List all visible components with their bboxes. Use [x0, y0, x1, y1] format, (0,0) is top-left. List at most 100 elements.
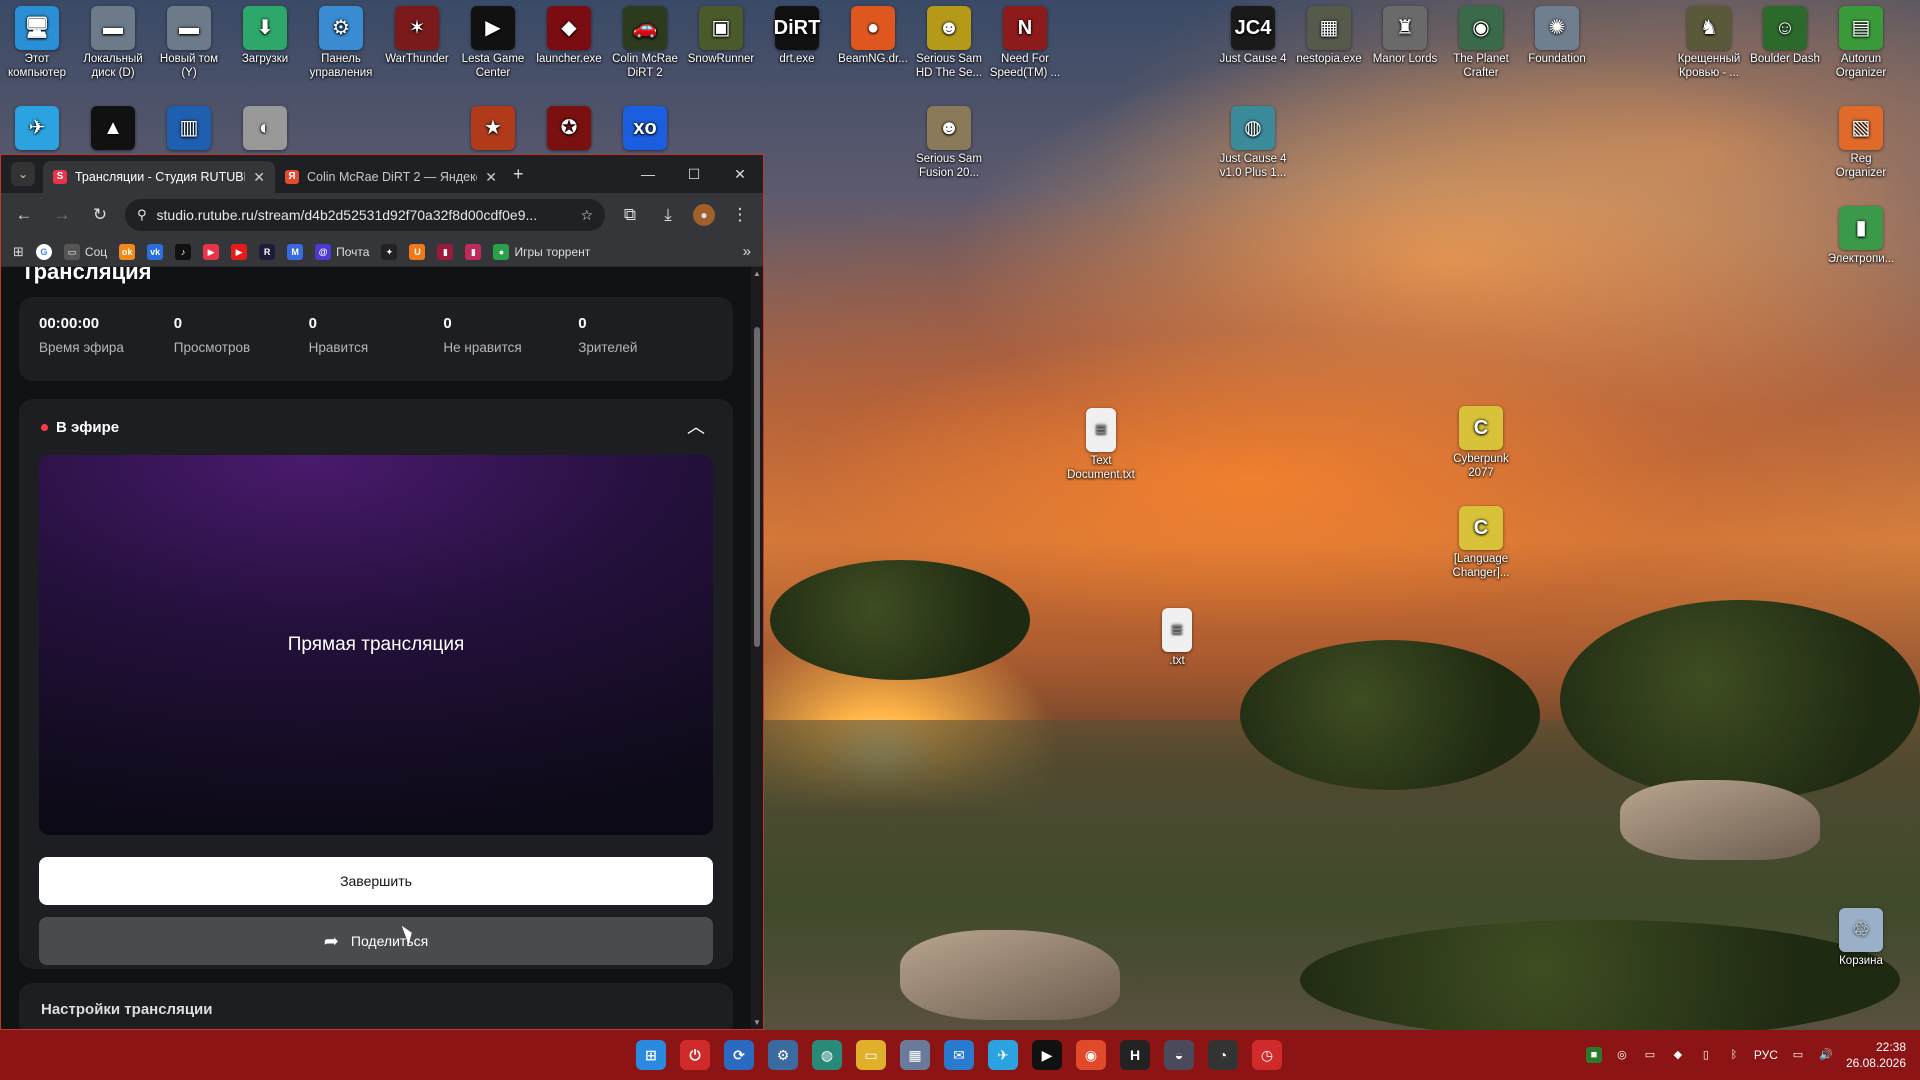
bookmark-star-icon[interactable]: ☆	[580, 207, 593, 224]
taskbar-app-8-icon[interactable]: ✈	[988, 1040, 1018, 1070]
taskbar-app-13-icon[interactable]: ◔	[1208, 1040, 1238, 1070]
bookmark-item[interactable]: ▮	[465, 243, 482, 260]
desktop-icon[interactable]: ▮ Электропи...	[1824, 206, 1898, 266]
desktop-icon[interactable]: 🚗 Colin McRae DiRT 2	[608, 6, 682, 80]
scroll-up-icon[interactable]: ▲	[753, 269, 761, 278]
desktop-icon[interactable]: ♜ Manor Lords	[1368, 6, 1442, 66]
desktop-icon[interactable]: 🖥 Этот компьютер	[0, 6, 74, 80]
desktop-icon[interactable]: ◍ Just Cause 4 v1.0 Plus 1...	[1216, 106, 1290, 180]
bookmark-item[interactable]: R	[259, 243, 276, 260]
desktop-icon[interactable]: N Need For Speed(TM) ...	[988, 6, 1062, 80]
desktop-icon[interactable]: ≡ .txt	[1140, 608, 1214, 668]
desktop-icon[interactable]: ✪	[532, 106, 606, 152]
desktop-icon[interactable]: ▬ Локальный диск (D)	[76, 6, 150, 80]
tab-rutube-studio[interactable]: S Трансляции - Студия RUTUBE ✕	[43, 161, 275, 193]
bookmark-item[interactable]: M	[287, 243, 304, 260]
bookmark-item[interactable]: ♪	[175, 243, 192, 260]
clock[interactable]: 22:38 26.08.2026	[1846, 1039, 1906, 1071]
bookmark-item[interactable]: ▭ Соц	[63, 243, 107, 260]
steam-icon[interactable]: ◎	[1614, 1047, 1630, 1063]
usb-icon[interactable]: ▯	[1698, 1047, 1714, 1063]
taskbar-app-5-icon[interactable]: ▭	[856, 1040, 886, 1070]
bookmark-item[interactable]: ● Игры торрент	[493, 243, 590, 260]
desktop-icon[interactable]: ◐	[228, 106, 302, 152]
bookmark-item[interactable]: ▮	[437, 243, 454, 260]
profile-avatar-icon[interactable]: ●	[693, 204, 715, 226]
bookmark-item[interactable]: ▶	[231, 243, 248, 260]
taskbar-app-2-icon[interactable]: ⟳	[724, 1040, 754, 1070]
tab-yandex-search[interactable]: Я Colin McRae DiRT 2 — Яндекс ✕	[275, 161, 507, 193]
desktop-icon[interactable]: ● BeamNG.dr...	[836, 6, 910, 66]
tab-close-icon[interactable]: ✕	[253, 169, 265, 186]
scroll-down-icon[interactable]: ▼	[753, 1018, 761, 1027]
downloads-icon[interactable]: ⤓	[655, 205, 681, 225]
site-info-icon[interactable]: ⚲	[137, 207, 147, 223]
taskbar-app-9-icon[interactable]: ▶	[1032, 1040, 1062, 1070]
desktop-icon[interactable]: C Cyberpunk 2077	[1444, 406, 1518, 480]
desktop-icon[interactable]: ≡ Text Document.txt	[1064, 408, 1138, 482]
desktop-icon[interactable]: ▣ SnowRunner	[684, 6, 758, 66]
desktop-icon[interactable]: ☻ Serious Sam Fusion 20...	[912, 106, 986, 180]
desktop-icon[interactable]: ♞ Крещенный Кровью - ...	[1672, 6, 1746, 80]
taskbar-app-1-icon[interactable]: ⏻	[680, 1040, 710, 1070]
desktop-icon[interactable]: xo	[608, 106, 682, 152]
taskbar-app-7-icon[interactable]: ✉	[944, 1040, 974, 1070]
tab-close-icon[interactable]: ✕	[485, 169, 497, 186]
bookmark-item[interactable]: ok	[119, 243, 136, 260]
desktop-icon[interactable]: ▦ nestopia.exe	[1292, 6, 1366, 66]
nvidia-icon[interactable]: ■	[1585, 1047, 1602, 1063]
tab-search-button[interactable]: ⌄	[11, 162, 35, 186]
taskbar-start-icon[interactable]: ⊞	[636, 1040, 666, 1070]
bookmark-item[interactable]: ▶	[203, 243, 220, 260]
taskbar-app-14-icon[interactable]: ◷	[1252, 1040, 1282, 1070]
desktop-icon[interactable]: ★	[456, 106, 530, 152]
desktop-icon[interactable]: ▶ Lesta Game Center	[456, 6, 530, 80]
desktop-icon[interactable]: ▬ Новый том (Y)	[152, 6, 226, 80]
desktop-icon[interactable]: ⬇ Загрузки	[228, 6, 302, 66]
desktop-icon[interactable]: ✺ Foundation	[1520, 6, 1594, 66]
desktop-icon[interactable]: ▧ Reg Organizer	[1824, 106, 1898, 180]
minimize-button[interactable]: —	[625, 155, 671, 193]
chevron-up-icon[interactable]: ︿	[687, 413, 705, 439]
desktop-icon[interactable]: ▤ Autorun Organizer	[1824, 6, 1898, 80]
taskbar-app-10-icon[interactable]: ◉	[1076, 1040, 1106, 1070]
menu-kebab-icon[interactable]: ⋮	[727, 205, 753, 225]
google-icon[interactable]: G	[35, 243, 52, 260]
bookmark-item[interactable]: @ Почта	[315, 243, 369, 260]
maximize-button[interactable]: ☐	[671, 155, 717, 193]
page-scrollbar[interactable]: ▲ ▼	[751, 267, 763, 1029]
url-text[interactable]: studio.rutube.ru/stream/d4b2d52531d92f70…	[157, 207, 571, 223]
desktop-icon[interactable]: DiRT drt.exe	[760, 6, 834, 66]
taskbar-app-11-icon[interactable]: H	[1120, 1040, 1150, 1070]
taskbar-app-6-icon[interactable]: ▦	[900, 1040, 930, 1070]
desktop-icon[interactable]: ▲	[76, 106, 150, 152]
bluetooth-icon[interactable]: ᛒ	[1726, 1047, 1742, 1063]
desktop-icon[interactable]: C [Language Changer]...	[1444, 506, 1518, 580]
desktop-icon[interactable]: ⚙ Панель управления	[304, 6, 378, 80]
apps-grid-icon[interactable]: ⊞	[13, 244, 24, 260]
new-tab-button[interactable]: +	[513, 164, 524, 185]
scrollbar-thumb[interactable]	[754, 327, 760, 647]
more-bookmarks-button[interactable]: »	[743, 243, 751, 260]
bookmark-item[interactable]: vk	[147, 243, 164, 260]
forward-arrow-icon[interactable]: →	[49, 205, 75, 225]
desktop-icon[interactable]: ◉ The Planet Crafter	[1444, 6, 1518, 80]
reload-icon[interactable]: ↻	[87, 205, 113, 225]
desktop-icon[interactable]: ✈	[0, 106, 74, 152]
video-player[interactable]: Прямая трансляция	[39, 455, 713, 835]
address-bar[interactable]: ⚲ studio.rutube.ru/stream/d4b2d52531d92f…	[125, 199, 605, 231]
bookmark-item[interactable]: ✦	[381, 243, 398, 260]
desktop-icon[interactable]: ♲ Корзина	[1824, 908, 1898, 968]
stream-settings-section[interactable]: Настройки трансляции	[19, 983, 733, 1029]
taskbar-app-12-icon[interactable]: ◒	[1164, 1040, 1194, 1070]
extensions-icon[interactable]: ⧉	[617, 205, 643, 225]
shield-icon[interactable]: ◆	[1670, 1047, 1686, 1063]
desktop-icon[interactable]: ☺ Boulder Dash	[1748, 6, 1822, 66]
desktop-icon[interactable]: ☻ Serious Sam HD The Se...	[912, 6, 986, 80]
desktop-icon[interactable]: ✶ WarThunder	[380, 6, 454, 66]
share-button[interactable]: ➦ Поделиться	[39, 917, 713, 965]
end-stream-button[interactable]: Завершить	[39, 857, 713, 905]
desktop-icon[interactable]: JC4 Just Cause 4	[1216, 6, 1290, 66]
bookmark-item[interactable]: U	[409, 243, 426, 260]
taskbar-app-4-icon[interactable]: ◍	[812, 1040, 842, 1070]
